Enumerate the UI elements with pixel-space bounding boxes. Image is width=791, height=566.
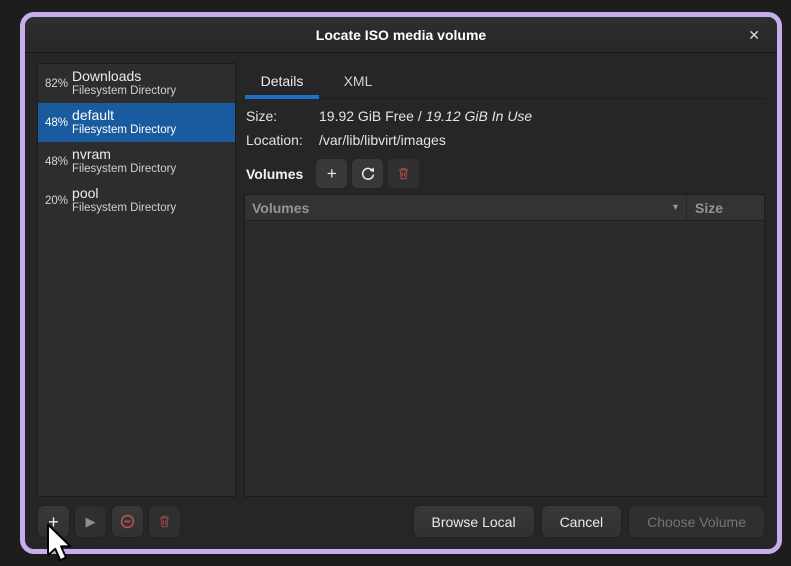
- pool-row-default[interactable]: 48% default Filesystem Directory: [38, 103, 235, 142]
- plus-icon: +: [327, 165, 337, 182]
- details-tab-bar: Details XML: [244, 63, 765, 99]
- size-label: Size:: [246, 108, 319, 124]
- delete-pool-button[interactable]: [148, 505, 181, 538]
- pool-name: nvram: [72, 146, 176, 163]
- storage-pool-list: 82% Downloads Filesystem Directory 48% d…: [37, 63, 236, 497]
- titlebar[interactable]: Locate ISO media volume ✕: [25, 17, 777, 53]
- location-row: Location: /var/lib/libvirt/images: [246, 132, 765, 148]
- pool-info: Size: 19.92 GiB Free / 19.12 GiB In Use …: [244, 99, 765, 156]
- choose-volume-button[interactable]: Choose Volume: [628, 505, 765, 538]
- pool-details-panel: Details XML Size: 19.92 GiB Free / 19.12…: [244, 63, 765, 497]
- desktop-background: Locate ISO media volume ✕ 82% Downloads …: [0, 0, 791, 566]
- pool-type: Filesystem Directory: [72, 163, 176, 177]
- refresh-volumes-button[interactable]: [351, 158, 384, 189]
- stop-circle-minus-icon: [119, 513, 136, 530]
- browse-local-button[interactable]: Browse Local: [413, 505, 535, 538]
- volumes-table-body[interactable]: [245, 221, 764, 496]
- volumes-toolbar: Volumes +: [246, 158, 765, 189]
- location-label: Location:: [246, 132, 319, 148]
- pool-usage-percent: 82%: [38, 78, 68, 90]
- pool-name: Downloads: [72, 68, 176, 85]
- dialog-footer: + ▶: [25, 505, 777, 538]
- add-volume-button[interactable]: +: [315, 158, 348, 189]
- stop-pool-button[interactable]: [111, 505, 144, 538]
- start-pool-button[interactable]: ▶: [74, 505, 107, 538]
- pool-type: Filesystem Directory: [72, 85, 176, 99]
- pool-row-pool[interactable]: 20% pool Filesystem Directory: [38, 181, 235, 220]
- pool-usage-percent: 48%: [38, 156, 68, 168]
- volumes-table: Volumes ▾ Size: [244, 194, 765, 497]
- pool-actions: + ▶: [37, 505, 181, 538]
- dialog-actions: Browse Local Cancel Choose Volume: [413, 505, 765, 538]
- add-pool-button[interactable]: +: [37, 505, 70, 538]
- pool-usage-percent: 48%: [38, 117, 68, 129]
- size-row: Size: 19.92 GiB Free / 19.12 GiB In Use: [246, 108, 765, 124]
- trash-icon: [396, 166, 411, 181]
- location-value: /var/lib/libvirt/images: [319, 132, 446, 148]
- column-header-size[interactable]: Size: [687, 195, 764, 220]
- pool-usage-percent: 20%: [38, 195, 68, 207]
- delete-volume-button[interactable]: [387, 158, 420, 189]
- tab-details[interactable]: Details: [244, 63, 320, 98]
- tab-xml[interactable]: XML: [320, 63, 396, 98]
- close-icon[interactable]: ✕: [743, 25, 765, 45]
- trash-icon: [157, 514, 172, 529]
- pool-row-nvram[interactable]: 48% nvram Filesystem Directory: [38, 142, 235, 181]
- play-icon: ▶: [86, 515, 96, 528]
- cancel-button[interactable]: Cancel: [541, 505, 623, 538]
- column-header-volumes[interactable]: Volumes ▾: [245, 195, 687, 220]
- dialog-body: 82% Downloads Filesystem Directory 48% d…: [25, 53, 777, 497]
- dialog-title: Locate ISO media volume: [316, 27, 486, 43]
- plus-icon: +: [48, 513, 59, 531]
- pool-type: Filesystem Directory: [72, 124, 176, 138]
- refresh-icon: [360, 166, 376, 182]
- size-value: 19.92 GiB Free / 19.12 GiB In Use: [319, 108, 532, 124]
- locate-iso-dialog: Locate ISO media volume ✕ 82% Downloads …: [20, 12, 782, 554]
- volumes-heading: Volumes: [246, 166, 303, 182]
- pool-name: pool: [72, 185, 176, 202]
- sort-descending-icon[interactable]: ▾: [673, 202, 678, 213]
- pool-type: Filesystem Directory: [72, 202, 176, 216]
- pool-row-downloads[interactable]: 82% Downloads Filesystem Directory: [38, 64, 235, 103]
- volumes-table-header: Volumes ▾ Size: [245, 195, 764, 221]
- pool-name: default: [72, 107, 176, 124]
